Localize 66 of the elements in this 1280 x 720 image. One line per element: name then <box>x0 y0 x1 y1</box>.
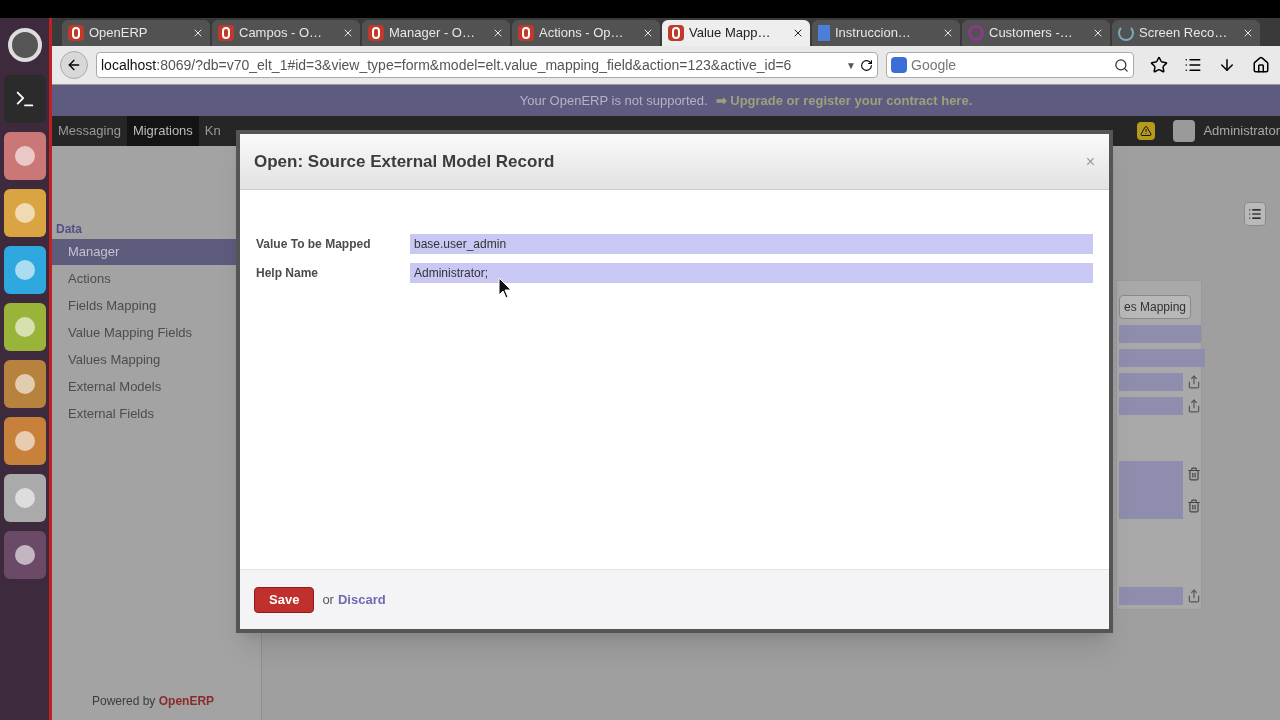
select-field <box>1119 397 1183 415</box>
warning-icon[interactable] <box>1137 122 1156 140</box>
dialog-title: Open: Source External Model Record <box>254 150 556 173</box>
open-record-icon[interactable] <box>1187 589 1201 603</box>
browser-tab[interactable]: Value Mapp… <box>662 20 810 46</box>
browser-tab[interactable]: OpenERP <box>62 20 210 46</box>
dropdown-icon[interactable]: ▼ <box>846 57 856 73</box>
terminal-icon[interactable] <box>3 75 46 123</box>
user-menu[interactable]: Administrator <box>1203 121 1280 141</box>
discard-link[interactable]: Discard <box>337 589 386 610</box>
open-record-icon[interactable] <box>1187 399 1201 413</box>
reload-icon[interactable] <box>860 58 873 72</box>
select-field <box>1119 373 1183 391</box>
select-field <box>1119 587 1183 605</box>
field-label: Help Name <box>256 265 320 282</box>
menu-item[interactable]: Migrations <box>126 116 199 146</box>
select-field <box>1119 461 1183 519</box>
delete-icon[interactable] <box>1187 467 1201 481</box>
ubuntu-logo-icon[interactable] <box>7 28 42 62</box>
list-view-icon <box>1248 207 1262 221</box>
spinner-icon <box>1118 25 1134 41</box>
browser-tab[interactable]: Instruccion… <box>812 20 960 46</box>
app-logo-icon <box>368 25 384 41</box>
close-icon[interactable] <box>342 27 354 39</box>
close-icon[interactable] <box>1242 27 1254 39</box>
document-icon <box>818 25 830 41</box>
mouse-pointer-icon <box>498 277 512 299</box>
address-field[interactable]: localhost:8069/?db=v70_elt_1#id=3&view_type=form&model=elt.value_mapping_field&action=123&active_id=6 ▼ <box>96 52 878 78</box>
section-heading: Data <box>55 221 83 238</box>
home-icon[interactable] <box>1252 56 1270 74</box>
star-icon[interactable] <box>1150 56 1168 74</box>
menu-item[interactable]: Messaging <box>52 116 127 146</box>
ring-icon <box>968 25 984 41</box>
delete-icon[interactable] <box>1187 499 1201 513</box>
text-field[interactable]: Administrator; <box>410 263 1093 283</box>
app-logo-icon <box>68 25 84 41</box>
browser-tab[interactable]: Manager - O… <box>362 20 510 46</box>
app-logo-icon <box>218 25 234 41</box>
search-icon[interactable] <box>1114 57 1129 73</box>
app-logo-icon <box>668 25 684 41</box>
notice-text: Your OpenERP is not supported. <box>519 91 708 110</box>
close-icon[interactable] <box>942 27 954 39</box>
search-engine-icon[interactable] <box>891 57 907 73</box>
list-icon[interactable] <box>1184 56 1202 74</box>
download-icon[interactable] <box>1218 56 1236 74</box>
avatar-icon[interactable] <box>1173 120 1196 142</box>
browser-tab[interactable]: Screen Reco… <box>1112 20 1260 46</box>
footer-text: Powered by OpenERP <box>91 693 216 710</box>
menu-item[interactable]: Kn <box>198 116 227 146</box>
search-field[interactable]: Google <box>886 52 1134 78</box>
browser-tab[interactable]: Campos - O… <box>212 20 360 46</box>
close-icon[interactable] <box>1092 27 1104 39</box>
close-icon[interactable] <box>642 27 654 39</box>
close-icon[interactable] <box>492 27 504 39</box>
browser-tab[interactable]: Customers -… <box>962 20 1110 46</box>
tool-button[interactable] <box>1244 202 1266 226</box>
close-icon[interactable] <box>192 27 204 39</box>
browser-tab[interactable]: Actions - Op… <box>512 20 660 46</box>
text-field[interactable]: base.user_admin <box>410 234 1093 254</box>
open-record-icon[interactable] <box>1187 375 1201 389</box>
or-text: or <box>322 590 334 609</box>
save-button[interactable]: Save <box>254 586 315 613</box>
back-button[interactable] <box>60 51 88 79</box>
app-logo-icon <box>518 25 534 41</box>
close-icon[interactable] <box>792 27 804 39</box>
values-mapping-button[interactable]: es Mapping <box>1119 295 1192 319</box>
